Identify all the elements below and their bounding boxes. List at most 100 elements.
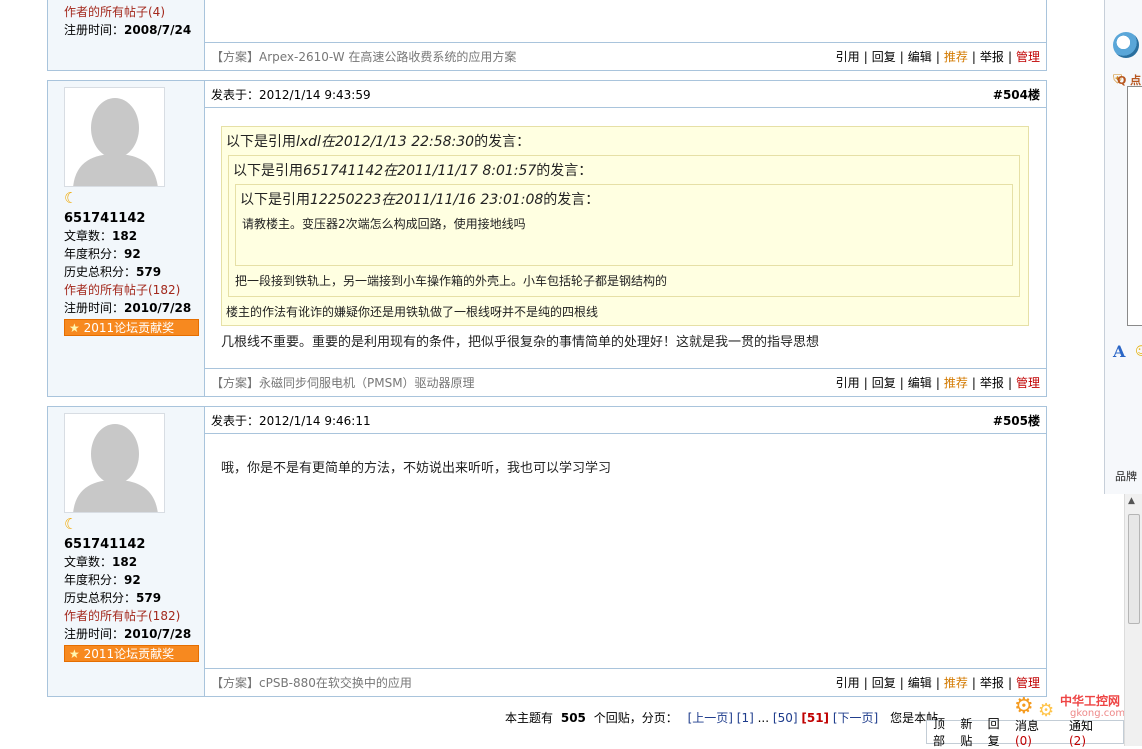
prev-page-link[interactable]: [上一页] bbox=[688, 711, 733, 725]
rank-moon-icon: ☾ bbox=[64, 515, 78, 533]
floor-number[interactable]: #504楼 bbox=[993, 86, 1040, 103]
post-time: 发表于：2012/1/14 9:46:11 bbox=[211, 413, 371, 428]
reply-button[interactable]: 回复 bbox=[872, 376, 896, 390]
author-history-score: 历史总积分：579 bbox=[64, 591, 162, 605]
quote-button[interactable]: 引用 bbox=[836, 676, 860, 690]
signature-link[interactable]: 【方案】Arpex-2610-W 在高速公路收费系统的应用方案 bbox=[211, 48, 516, 65]
current-page: [51] bbox=[801, 711, 830, 725]
new-posts-button[interactable]: 新贴 bbox=[960, 715, 977, 749]
panel-brand-text: 品牌 bbox=[1115, 470, 1137, 483]
quote-body: 把一段接到铁轨上，另一端接到小车操作箱的外壳上。小车包括轮子都是钢结构的 bbox=[235, 274, 668, 288]
post-prev-author-panel: 作者的所有帖子(4) 注册时间：2008/7/24 bbox=[48, 0, 205, 70]
reply-count-suffix: 个回贴，分页： bbox=[593, 711, 678, 725]
quote-body: 请教楼主。变压器2次端怎么构成回路，使用接地线吗 bbox=[242, 217, 526, 231]
page-1-link[interactable]: [1] bbox=[737, 711, 754, 725]
rank-moon-icon: ☾ bbox=[64, 189, 78, 207]
username[interactable]: 651741142 bbox=[64, 537, 145, 552]
award-badge: ★ 2011论坛贡献奖 bbox=[64, 645, 199, 662]
chat-input-box[interactable] bbox=[1127, 86, 1142, 326]
post-505-header: 发表于：2012/1/14 9:46:11 #505楼 bbox=[205, 407, 1046, 434]
author-history-score: 历史总积分：579 bbox=[64, 265, 162, 279]
post-504-header: 发表于：2012/1/14 9:43:59 #504楼 bbox=[205, 81, 1046, 108]
post-504-footer: 【方案】永磁同步伺服电机（PMSM）驱动器原理 引用 | 回复 | 编辑 | 推荐 | 举报 | 管… bbox=[205, 368, 1046, 396]
quote-button[interactable]: 引用 bbox=[836, 376, 860, 390]
floor-number[interactable]: #505楼 bbox=[993, 412, 1040, 429]
quote-button[interactable]: 引用 bbox=[836, 50, 860, 64]
page-ellipsis: ... bbox=[757, 711, 770, 725]
author-year-score: 年度积分：92 bbox=[64, 573, 141, 587]
post-body: 哦，你是不是有更简单的方法，不妨说出来听听，我也可以学习学习 bbox=[221, 461, 612, 476]
post-505-footer: 【方案】cPSB-880在软交换中的应用 引用 | 回复 | 编辑 | 推荐 | 举报 | 管理 bbox=[205, 668, 1046, 696]
post-actions: 引用 | 回复 | 编辑 | 推荐 | 举报 | 管理 bbox=[835, 676, 1040, 690]
reply-button[interactable]: 回复 bbox=[872, 676, 896, 690]
quote-block-inner: 以下是引用12250223在2011/11/16 23:01:08的发言： 请教… bbox=[235, 184, 1013, 266]
quote-header: 以下是引用12250223在2011/11/16 23:01:08的发言： bbox=[240, 192, 600, 208]
post-504: ☾ 651741142 文章数：182 年度积分：92 历史总积分：579 作者… bbox=[47, 80, 1047, 397]
author-all-posts-link[interactable]: 作者的所有帖子(182) bbox=[64, 607, 180, 625]
post-time: 发表于：2012/1/14 9:43:59 bbox=[211, 87, 371, 102]
author-reg-date: 注册时间：2008/7/24 bbox=[64, 23, 192, 37]
recommend-button[interactable]: 推荐 bbox=[944, 676, 968, 690]
quote-block-outer: 以下是引用lxdl在2012/1/13 22:58:30的发言： 以下是引用65… bbox=[221, 126, 1029, 326]
report-button[interactable]: 举报 bbox=[980, 50, 1004, 64]
gear-icon: ⚙ bbox=[1014, 694, 1034, 719]
page-50-link[interactable]: [50] bbox=[773, 711, 798, 725]
reply-link[interactable]: 回复 bbox=[988, 715, 1005, 749]
page-scrollbar[interactable]: ▲ bbox=[1124, 494, 1142, 746]
author-reg-date: 注册时间：2010/7/28 bbox=[64, 627, 192, 641]
report-button[interactable]: 举报 bbox=[980, 376, 1004, 390]
username[interactable]: 651741142 bbox=[64, 211, 145, 226]
author-reg-date: 注册时间：2010/7/28 bbox=[64, 301, 192, 315]
post-actions: 引用 | 回复 | 编辑 | 推荐 | 举报 | 管理 bbox=[835, 50, 1040, 64]
avatar[interactable] bbox=[64, 413, 165, 513]
quote-header: 以下是引用651741142在2011/11/17 8:01:57的发言： bbox=[233, 163, 593, 179]
notices-button[interactable]: 通知(2) bbox=[1069, 717, 1113, 748]
author-article-count: 文章数：182 bbox=[64, 229, 138, 243]
signature-link[interactable]: 【方案】cPSB-880在软交换中的应用 bbox=[211, 674, 412, 691]
reply-button[interactable]: 回复 bbox=[872, 50, 896, 64]
scrollbar-thumb[interactable] bbox=[1128, 514, 1140, 624]
post-505: ☾ 651741142 文章数：182 年度积分：92 历史总积分：579 作者… bbox=[47, 406, 1047, 697]
star-icon: ★ bbox=[69, 321, 80, 335]
recommend-button[interactable]: 推荐 bbox=[944, 376, 968, 390]
signature-link[interactable]: 【方案】永磁同步伺服电机（PMSM）驱动器原理 bbox=[211, 374, 475, 391]
reply-count: 505 bbox=[560, 711, 586, 725]
manage-button[interactable]: 管理 bbox=[1016, 50, 1040, 64]
post-body: 几根线不重要。重要的是利用现有的条件，把似乎很复杂的事情简单的处理好！这就是我一… bbox=[221, 335, 820, 350]
post-actions: 引用 | 回复 | 编辑 | 推荐 | 举报 | 管理 bbox=[835, 376, 1040, 390]
default-avatar-icon bbox=[65, 88, 164, 186]
avatar[interactable] bbox=[64, 87, 165, 187]
reply-count-prefix: 本主题有 bbox=[505, 711, 554, 725]
default-avatar-icon bbox=[65, 414, 164, 512]
author-all-posts-link[interactable]: 作者的所有帖子(182) bbox=[64, 281, 180, 299]
star-icon: ★ bbox=[69, 647, 80, 661]
side-chat-panel: ⛨ Q 点 A ☺ 品牌 bbox=[1104, 0, 1142, 494]
floating-toolbar: 顶部 新贴 回复 消息(0) 通知(2) bbox=[926, 717, 1124, 748]
edit-button[interactable]: 编辑 bbox=[908, 376, 932, 390]
author-year-score: 年度积分：92 bbox=[64, 247, 141, 261]
recommend-button[interactable]: 推荐 bbox=[944, 50, 968, 64]
emoji-icon[interactable]: ☺ bbox=[1135, 344, 1142, 358]
manage-button[interactable]: 管理 bbox=[1016, 376, 1040, 390]
qq-avatar-icon[interactable] bbox=[1113, 32, 1139, 58]
post-504-author-panel: ☾ 651741142 文章数：182 年度积分：92 历史总积分：579 作者… bbox=[48, 81, 205, 396]
award-badge: ★ 2011论坛贡献奖 bbox=[64, 319, 199, 336]
scroll-up-icon[interactable]: ▲ bbox=[1128, 496, 1135, 506]
pagination: 本主题有 505 个回贴，分页： [上一页] [1] ... [50] [51]… bbox=[505, 709, 938, 726]
quote-header: 以下是引用lxdl在2012/1/13 22:58:30的发言： bbox=[226, 134, 531, 150]
author-all-posts-link[interactable]: 作者的所有帖子(4) bbox=[64, 3, 165, 21]
next-page-link[interactable]: [下一页] bbox=[833, 711, 878, 725]
edit-button[interactable]: 编辑 bbox=[908, 50, 932, 64]
edit-button[interactable]: 编辑 bbox=[908, 676, 932, 690]
manage-button[interactable]: 管理 bbox=[1016, 676, 1040, 690]
go-top-button[interactable]: 顶部 bbox=[933, 715, 950, 749]
post-prev-footer: 【方案】Arpex-2610-W 在高速公路收费系统的应用方案 引用 | 回复 | 编辑… bbox=[205, 42, 1046, 70]
post-505-author-panel: ☾ 651741142 文章数：182 年度积分：92 历史总积分：579 作者… bbox=[48, 407, 205, 696]
quote-body: 楼主的作法有讹诈的嫌疑你还是用铁轨做了一根线呀并不是纯的四根线 bbox=[226, 305, 599, 319]
report-button[interactable]: 举报 bbox=[980, 676, 1004, 690]
messages-button[interactable]: 消息(0) bbox=[1015, 717, 1059, 748]
watermark-name: 中华工控网 bbox=[1060, 694, 1121, 708]
author-article-count: 文章数：182 bbox=[64, 555, 138, 569]
site-watermark: ⚙ ⚙ 中华工控网 gkong.com bbox=[1004, 690, 1134, 721]
font-icon[interactable]: A bbox=[1113, 342, 1125, 361]
